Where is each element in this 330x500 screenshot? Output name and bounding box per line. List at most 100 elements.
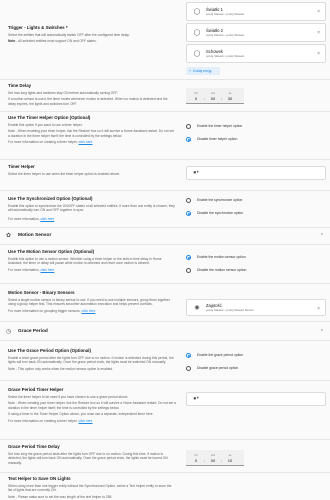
click-here-link[interactable]: click here: [81, 309, 95, 313]
divider: [0, 283, 330, 284]
divider: [0, 227, 330, 228]
lightbulb-icon: ◯: [193, 8, 201, 15]
seconds-value[interactable]: 30: [223, 96, 237, 101]
radio-enable-grace[interactable]: Enable the grace period option: [186, 351, 322, 359]
minutes-value[interactable]: 00: [206, 96, 220, 101]
divider: [0, 159, 330, 160]
motion-option-more: For more information, click here: [8, 268, 176, 272]
text-helper-title: Text Helper to Save ON Lights: [8, 476, 71, 481]
grace-timer-section: Grace Period Timer Helper Select the tim…: [8, 387, 176, 423]
lights-section: Trigger - Lights & Switches * Select the…: [8, 25, 176, 44]
motion-binary-desc: Select a single motion sensor or binary …: [8, 297, 170, 307]
motion-radios: Enable the motion sensor option Disable …: [186, 253, 322, 274]
entity-sub: pokój Sławek • pokój Sławek: [206, 54, 245, 59]
time-delay-desc: Set how long lights and switches stay ON…: [8, 90, 118, 95]
radio-off-icon: [186, 365, 191, 371]
divider: [0, 111, 330, 112]
divider: [0, 380, 330, 381]
radio-label: Enable the motion sensor option: [197, 254, 246, 259]
click-here-link[interactable]: click here: [40, 217, 54, 221]
radio-on-icon: [186, 254, 191, 260]
chevron-up-icon[interactable]: ⌃: [320, 329, 324, 336]
motion-sensor-title: Motion Sensor: [18, 233, 52, 239]
remove-icon[interactable]: ×: [317, 51, 320, 58]
grace-delay-desc: Set how long the grace period lasts afte…: [8, 451, 168, 465]
grace-period-header[interactable]: ◷ Grace Period ⌃: [0, 327, 330, 338]
hours-value[interactable]: 0: [189, 96, 203, 101]
grace-option-desc: Enable a short grace period after the li…: [8, 355, 174, 365]
timer-helper-picker[interactable]: ●•: [186, 166, 326, 180]
radio-off-icon: [186, 197, 191, 203]
click-here-link[interactable]: click here: [79, 140, 93, 144]
more-info-text: For more information,: [8, 216, 41, 221]
radio-disable-sync[interactable]: Disable the synchronize option: [186, 209, 322, 217]
radio-disable-motion[interactable]: Disable the motion sensor option: [186, 266, 322, 274]
lights-note: Note - All selected entities must suppor…: [8, 39, 176, 43]
more-info-text: For more information,: [8, 267, 41, 272]
grace-timer-more: For more information on creating a timer…: [8, 419, 176, 423]
lightbulb-icon: ◯: [193, 50, 201, 57]
remove-icon[interactable]: ×: [317, 9, 320, 16]
time-delay-desc2: If a motion sensor is used, the timer re…: [8, 97, 168, 106]
sync-title: Use The Synchronized Option (Optional): [8, 196, 93, 201]
add-entity-button[interactable]: + Dodaj encję: [186, 67, 220, 75]
entity-chip-2[interactable]: ◯ Światło 2 pokój Sławek • pokój Sławek ×: [186, 23, 326, 42]
text-helper-desc: When using more than one trigger entity …: [8, 483, 172, 493]
radio-label: Enable the grace period option: [197, 352, 244, 357]
entity-sub: pokój Sławek • pokój Sławek: [206, 33, 245, 38]
time-delay-title: Time Delay: [8, 83, 32, 88]
grace-option-note: Note - This option only works when the m…: [8, 366, 114, 371]
motion-binary-title: Motion Sensor - Binary Sensors: [8, 290, 75, 295]
text-helper-note: Note - Please make sure to set the max l…: [8, 494, 113, 499]
radio-disable-grace[interactable]: Disable grace period option: [186, 364, 322, 372]
add-entity-label: Dodaj encję: [193, 68, 212, 73]
timer-helper-option-title: Use The Timer Helper Option (Optional): [8, 115, 91, 120]
timer-helper-option-more: For more information on creating a timer…: [8, 140, 176, 144]
radio-enable-timer-helper[interactable]: Enable the timer helper option: [186, 122, 322, 130]
timer-helper-section: Timer Helper Select the timer helper to …: [8, 164, 176, 176]
divider: [0, 340, 330, 341]
timer-helper-option-note: Note - When enabling your timer helper, …: [8, 129, 174, 138]
chevron-up-icon[interactable]: ⌃: [320, 233, 324, 240]
divider: [0, 79, 330, 80]
grace-timer-desc: Select the timer helper to be used if yo…: [8, 394, 129, 399]
motion-entity-chip[interactable]: ◉ Zajętość pokój Sławek • pokój Sławek Mo…: [186, 299, 326, 316]
timer-icon: ◷: [6, 329, 12, 336]
divider: [0, 244, 330, 245]
radio-on-icon: [186, 352, 191, 358]
remove-icon[interactable]: ×: [317, 306, 320, 313]
click-here-link[interactable]: click here: [79, 419, 93, 423]
radio-label: Enable the timer helper option: [197, 123, 243, 128]
plus-icon: +: [189, 68, 192, 73]
timer-helper-option-desc: Enable this option if you want to use a …: [8, 122, 83, 127]
grace-period-title: Grace Period: [18, 329, 48, 335]
timer-helper-radios: Enable the timer helper option Disable t…: [186, 122, 322, 143]
seconds-value[interactable]: 10: [223, 458, 237, 463]
minutes-value[interactable]: 00: [206, 458, 220, 463]
timer-helper-desc: Select the timer helper to use when the …: [8, 171, 121, 176]
radio-label: Disable timer helper option: [197, 136, 238, 141]
motion-option-section: Use The Motion Sensor Option (Optional) …: [8, 249, 176, 272]
lights-note-text: - All selected entities must support ON …: [15, 39, 97, 44]
entity-chip-3[interactable]: ◯ Schowek pokój Sławek • pokój Sławek ×: [186, 44, 326, 63]
grace-timer-note2: If using a timer in the Timer Helper Opt…: [8, 412, 154, 417]
blueprint-form: Trigger - Lights & Switches * Select the…: [0, 0, 330, 500]
sync-radios: Enable the synchronize option Disable th…: [186, 196, 322, 217]
timer-helper-option-section: Use The Timer Helper Option (Optional) E…: [8, 115, 176, 145]
radio-on-icon: [186, 136, 191, 142]
entity-chip-1[interactable]: ◯ Światło 1 pokój Sławek • pokój Sławek ×: [186, 2, 326, 21]
click-here-link[interactable]: click here: [40, 268, 54, 272]
motion-sensor-header[interactable]: ✿ Motion Sensor ⌃: [0, 231, 330, 242]
grace-delay-input[interactable]: hh 0 : mm 00 : ss 10: [186, 450, 244, 466]
sync-section: Use The Synchronized Option (Optional) E…: [8, 196, 176, 221]
radio-enable-sync[interactable]: Enable the synchronize option: [186, 196, 322, 204]
radio-enable-motion[interactable]: Enable the motion sensor option: [186, 253, 322, 261]
radio-disable-timer-helper[interactable]: Disable timer helper option: [186, 135, 322, 143]
grace-timer-picker[interactable]: ●•: [186, 392, 326, 406]
hours-value[interactable]: 0: [189, 458, 203, 463]
radio-off-icon: [186, 123, 191, 129]
time-delay-input[interactable]: hh 0 : mm 00 : ss 30: [186, 88, 244, 104]
lightbulb-icon: ◯: [193, 29, 201, 36]
motion-icon: ✿: [6, 233, 12, 240]
remove-icon[interactable]: ×: [317, 30, 320, 37]
